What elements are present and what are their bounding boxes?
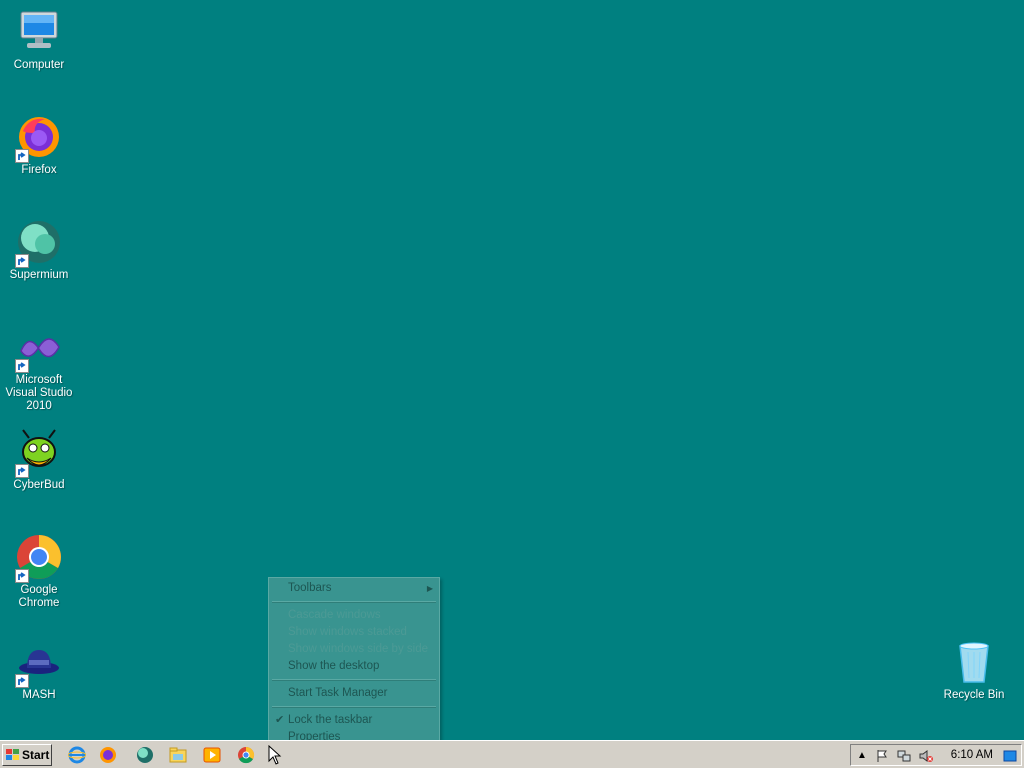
mouse-cursor-icon [268,745,282,765]
menu-item-cascade-windows: Cascade windows [269,607,439,624]
menu-item-show-desktop[interactable]: Show the desktop [269,658,439,675]
menu-item-label: Show the desktop [288,660,380,672]
menu-item-label: Cascade windows [288,609,381,621]
menu-item-label: Start Task Manager [288,687,388,699]
supermium-icon [15,218,63,268]
desktop-icon-recycle-bin[interactable]: Recycle Bin [935,638,1013,702]
cyberbud-icon [15,428,63,478]
desktop-icon-label: CyberBud [13,479,65,491]
start-button[interactable]: Start [2,744,52,766]
taskbar[interactable]: Start ▲ 6:10 AM [0,740,1024,768]
visual-studio-icon [15,323,63,373]
system-tray: ▲ 6:10 AM [850,744,1022,766]
menu-separator [272,601,436,603]
shortcut-arrow-icon [15,674,29,688]
computer-icon [15,8,63,56]
desktop-icon-label: Microsoft Visual Studio 2010 [5,374,73,412]
menu-item-show-windows-stacked: Show windows stacked [269,624,439,641]
firefox-icon[interactable] [99,746,117,764]
clock[interactable]: 6:10 AM [951,745,993,765]
desktop-icon-firefox[interactable]: Firefox [0,113,78,177]
desktop-icon-computer[interactable]: Computer [0,8,78,72]
media-player-icon[interactable] [203,746,221,764]
menu-item-show-windows-side-by-side: Show windows side by side [269,641,439,658]
menu-item-label: Show windows stacked [288,626,407,638]
shortcut-arrow-icon [15,359,29,373]
show-hidden-icons-icon[interactable]: ▲ [855,749,869,763]
shortcut-arrow-icon [15,464,29,478]
desktop-icon-visual-studio[interactable]: Microsoft Visual Studio 2010 [0,323,78,413]
desktop[interactable]: Computer Firefox Supermium Microsoft Vis… [0,0,1024,740]
taskbar-context-menu: Toolbars ▶ Cascade windows Show windows … [268,577,440,745]
windows-flag-icon [6,749,19,760]
chrome-icon [15,533,63,583]
desktop-icon-google-chrome[interactable]: Google Chrome [0,533,78,610]
shortcut-arrow-icon [15,254,29,268]
shortcut-arrow-icon [15,149,29,163]
show-desktop-icon[interactable] [1003,749,1017,763]
menu-item-lock-taskbar[interactable]: ✔ Lock the taskbar [269,712,439,729]
desktop-icon-mash[interactable]: MASH [0,638,78,702]
desktop-icon-label: Google Chrome [18,584,60,609]
desktop-icon-label: Recycle Bin [943,689,1005,701]
desktop-icon-label: Supermium [9,269,69,281]
internet-explorer-icon[interactable] [68,746,86,764]
shortcut-arrow-icon [15,569,29,583]
firefox-icon [15,113,63,163]
supermium-icon[interactable] [136,746,154,764]
chrome-icon[interactable] [237,746,255,764]
checkmark-icon: ✔ [275,714,285,726]
submenu-arrow-icon: ▶ [426,584,433,593]
menu-item-label: Show windows side by side [288,643,428,655]
desktop-icon-supermium[interactable]: Supermium [0,218,78,282]
desktop-icon-label: Computer [13,59,65,71]
menu-item-toolbars[interactable]: Toolbars ▶ [269,580,439,597]
mash-icon [15,638,63,688]
network-icon[interactable] [897,749,911,763]
start-label: Start [22,748,50,762]
desktop-icon-label: Firefox [21,164,57,176]
recycle-bin-icon [950,638,998,686]
menu-separator [272,679,436,681]
desktop-icon-label: MASH [22,689,56,701]
menu-item-label: Toolbars [288,582,332,594]
menu-item-label: Lock the taskbar [288,714,373,726]
volume-muted-icon[interactable] [919,749,933,763]
file-explorer-icon[interactable] [169,746,187,764]
menu-separator [272,706,436,708]
action-center-flag-icon[interactable] [875,749,889,763]
menu-item-start-task-manager[interactable]: Start Task Manager [269,685,439,702]
desktop-icon-cyberbud[interactable]: CyberBud [0,428,78,492]
